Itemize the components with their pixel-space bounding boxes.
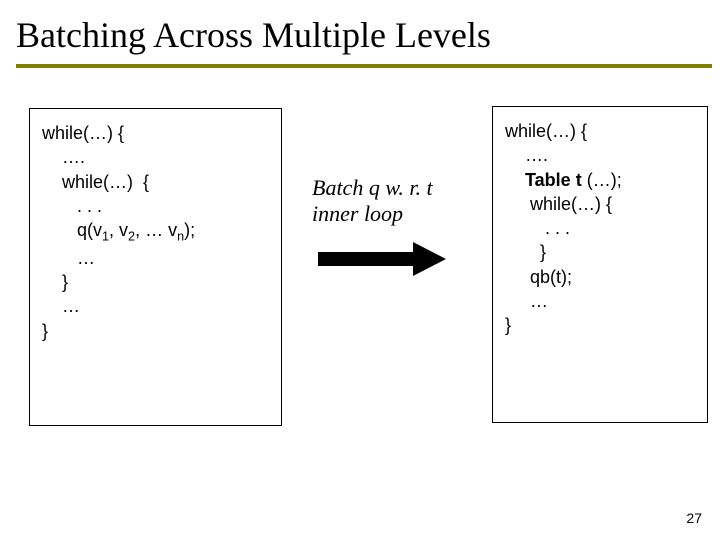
code-line: . . .	[42, 194, 271, 218]
code-text: , … v	[135, 220, 177, 240]
code-line: while(…) {	[505, 192, 697, 216]
code-line: . . .	[505, 216, 697, 240]
code-text: q(v	[42, 220, 102, 240]
code-text: (…);	[587, 170, 622, 190]
code-line: …	[505, 289, 697, 313]
middle-label-area: Batch q w. r. t inner loop	[312, 175, 482, 276]
batch-label: Batch q w. r. t inner loop	[312, 175, 482, 228]
code-text: );	[184, 220, 195, 240]
code-text	[505, 170, 525, 190]
subscript: 2	[128, 230, 135, 244]
code-line: qb(t);	[505, 265, 697, 289]
left-code-box: while(…) { …. while(…) { . . . q(v1, v2,…	[29, 108, 282, 426]
code-line: while(…) {	[505, 119, 697, 143]
title-area: Batching Across Multiple Levels	[0, 0, 720, 68]
code-line: while(…) {	[42, 121, 271, 145]
code-line: }	[505, 313, 697, 337]
subscript: 1	[102, 230, 109, 244]
title-underline	[16, 64, 712, 68]
batch-label-line: inner loop	[312, 201, 403, 226]
batch-label-line: Batch q w. r. t	[312, 175, 433, 200]
right-code-box: while(…) { …. Table t (…); while(…) { . …	[492, 106, 708, 423]
code-line: Table t (…);	[505, 168, 697, 192]
code-line: }	[42, 319, 271, 343]
code-line: while(…) {	[42, 170, 271, 194]
code-line: q(v1, v2, … vn);	[42, 218, 271, 246]
slide-title: Batching Across Multiple Levels	[16, 14, 712, 62]
code-line: }	[505, 240, 697, 264]
page-number: 27	[686, 510, 702, 526]
arrow-right-icon	[318, 242, 482, 276]
code-line: …	[42, 246, 271, 270]
code-bold: Table t	[525, 170, 587, 190]
code-line: ….	[505, 143, 697, 167]
code-text: , v	[109, 220, 128, 240]
code-line: }	[42, 270, 271, 294]
code-line: ….	[42, 145, 271, 169]
code-line: …	[42, 294, 271, 318]
